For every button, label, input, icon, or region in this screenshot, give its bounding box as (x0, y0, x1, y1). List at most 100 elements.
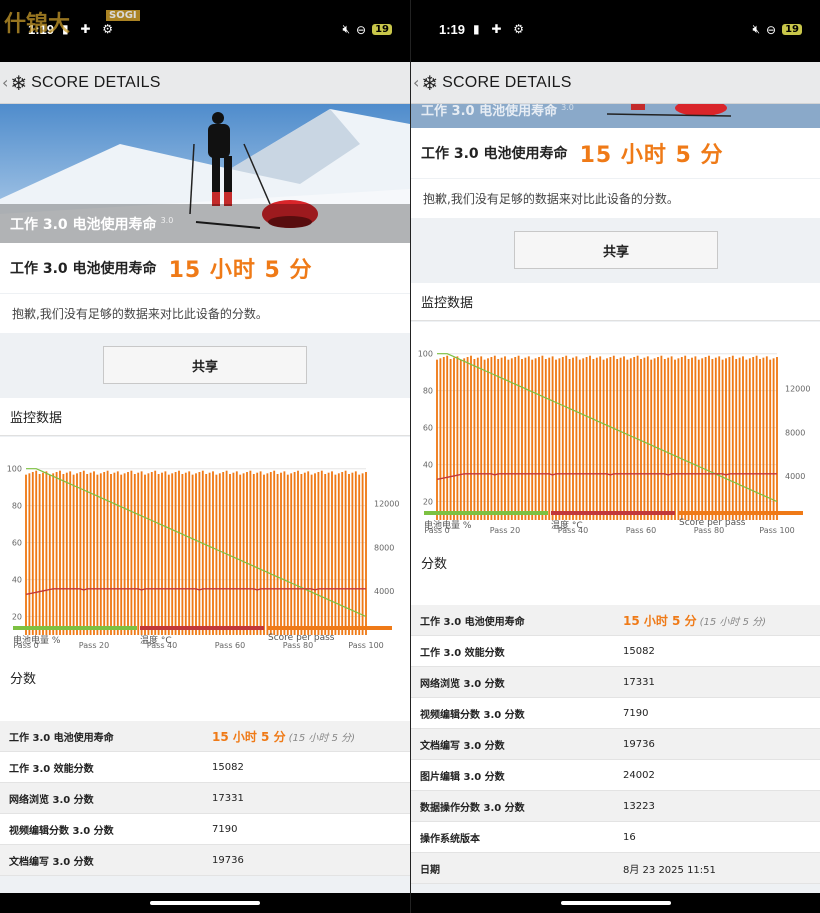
score-row-value: 17331 (212, 792, 244, 804)
score-bar (222, 472, 225, 635)
score-bar (735, 358, 738, 520)
score-bar (592, 358, 595, 520)
score-bar (167, 474, 170, 635)
score-bar (629, 358, 632, 520)
share-button[interactable]: 共享 (103, 346, 307, 384)
scroll-content[interactable]: 工作 3.0 电池使用寿命 3.0 工作 3.0 电池使用寿命 15 小时 5 分… (411, 104, 820, 893)
score-bar (691, 357, 693, 520)
back-chevron-icon[interactable]: ‹ (413, 73, 419, 92)
legend-item: Score per pass (268, 626, 392, 644)
y-left-tick-label: 20 (12, 613, 22, 622)
score-bar (527, 356, 530, 520)
score-bar (483, 359, 486, 520)
score-bar (670, 356, 673, 520)
score-bar (358, 474, 361, 635)
score-bar (684, 355, 687, 520)
score-bar (636, 355, 639, 520)
score-bar (116, 471, 119, 635)
score-bar (476, 357, 479, 520)
score-bar (147, 473, 150, 635)
score-bar (82, 470, 85, 635)
score-bar (612, 355, 615, 520)
legend-swatch (268, 626, 392, 630)
score-bar (130, 470, 133, 635)
score-bar (195, 473, 197, 635)
y-right-tick-label: 8000 (785, 428, 805, 437)
score-bar (745, 359, 748, 520)
legend-item: Score per pass (679, 511, 803, 529)
score-bar (776, 357, 778, 520)
y-left-tick-label: 100 (418, 350, 433, 359)
legend-label: Score per pass (268, 633, 335, 643)
score-bar (48, 474, 51, 635)
score-bar (616, 358, 619, 520)
back-chevron-icon[interactable]: ‹ (2, 73, 8, 92)
score-bar (273, 470, 276, 635)
score-bar (235, 471, 238, 635)
score-bar (589, 355, 591, 520)
score-row-value: 13223 (623, 800, 655, 812)
score-row: 工作 3.0 效能分数 15082 (411, 636, 820, 667)
score-bar (205, 473, 208, 635)
score-bar (568, 358, 571, 520)
score-bar (721, 359, 724, 520)
scores-title: 分数 (10, 671, 37, 687)
score-bar (759, 358, 761, 520)
home-pill[interactable] (560, 901, 671, 905)
score-bar (595, 357, 598, 520)
score-bar (354, 471, 357, 635)
score-row-value: 15082 (623, 645, 655, 657)
score-bar (293, 472, 296, 635)
y-right-tick-label: 12000 (785, 384, 810, 393)
score-bar (252, 473, 255, 635)
score-row-value: 17331 (623, 676, 655, 688)
score-bar (307, 471, 310, 635)
score-bar (687, 358, 690, 520)
score-row: 工作 3.0 效能分数 15082 (0, 752, 410, 783)
score-bar (619, 357, 622, 520)
score-bar (701, 358, 704, 520)
chart-legend: 电池电量 % 温度 °C Score per pass (0, 626, 410, 648)
score-bar (59, 470, 61, 635)
score-bar (42, 472, 44, 635)
score-bar (164, 471, 167, 635)
home-pill[interactable] (150, 901, 260, 905)
score-row-value: 7190 (623, 707, 649, 719)
legend-label: 电池电量 % (13, 636, 61, 646)
y-left-tick-label: 80 (423, 387, 433, 396)
notification-icons: ▮ ✚ ⚙ (62, 22, 118, 36)
scores-title: 分数 (421, 556, 448, 572)
y-right-tick-label: 4000 (785, 472, 805, 481)
score-bar (561, 357, 564, 520)
score-bar (514, 357, 517, 520)
score-row: 视频编辑分数 3.0 分数 7190 (411, 698, 820, 729)
status-time: 1:19 (439, 22, 466, 37)
score-row-value: 15082 (212, 761, 244, 773)
score-bar (704, 357, 707, 520)
score-bar (127, 472, 129, 635)
sorry-card: 抱歉,我们没有足够的数据来对比此设备的分数。 (411, 179, 820, 218)
score-bar (490, 357, 493, 520)
monitor-title: 监控数据 (421, 296, 474, 311)
score-bar (344, 470, 347, 635)
score-bar (348, 473, 350, 635)
score-bar (493, 355, 496, 520)
score-bar (283, 471, 286, 635)
scores-table: 工作 3.0 电池使用寿命 15 小时 5 分 (15 小时 5 分) 工作 3.0 … (0, 721, 410, 876)
score-bar (276, 473, 279, 635)
scroll-content[interactable]: 工作 3.0 电池使用寿命 3.0 工作 3.0 电池使用寿命 15 小时 5 分… (0, 104, 410, 893)
score-bar (646, 356, 649, 520)
score-bar (575, 356, 578, 520)
score-bar (653, 358, 656, 520)
score-row: 网络浏览 3.0 分数 17331 (411, 667, 820, 698)
score-bar (310, 474, 313, 635)
score-bar (765, 356, 768, 520)
score-bar (453, 357, 455, 520)
legend-item: 温度 °C (140, 626, 264, 646)
score-bar (110, 473, 112, 635)
score-bar (524, 357, 527, 520)
score-bar (626, 359, 629, 520)
score-bar (290, 473, 293, 635)
score-row-key: 文档编写 3.0 分数 (420, 740, 505, 752)
share-button[interactable]: 共享 (514, 231, 718, 269)
